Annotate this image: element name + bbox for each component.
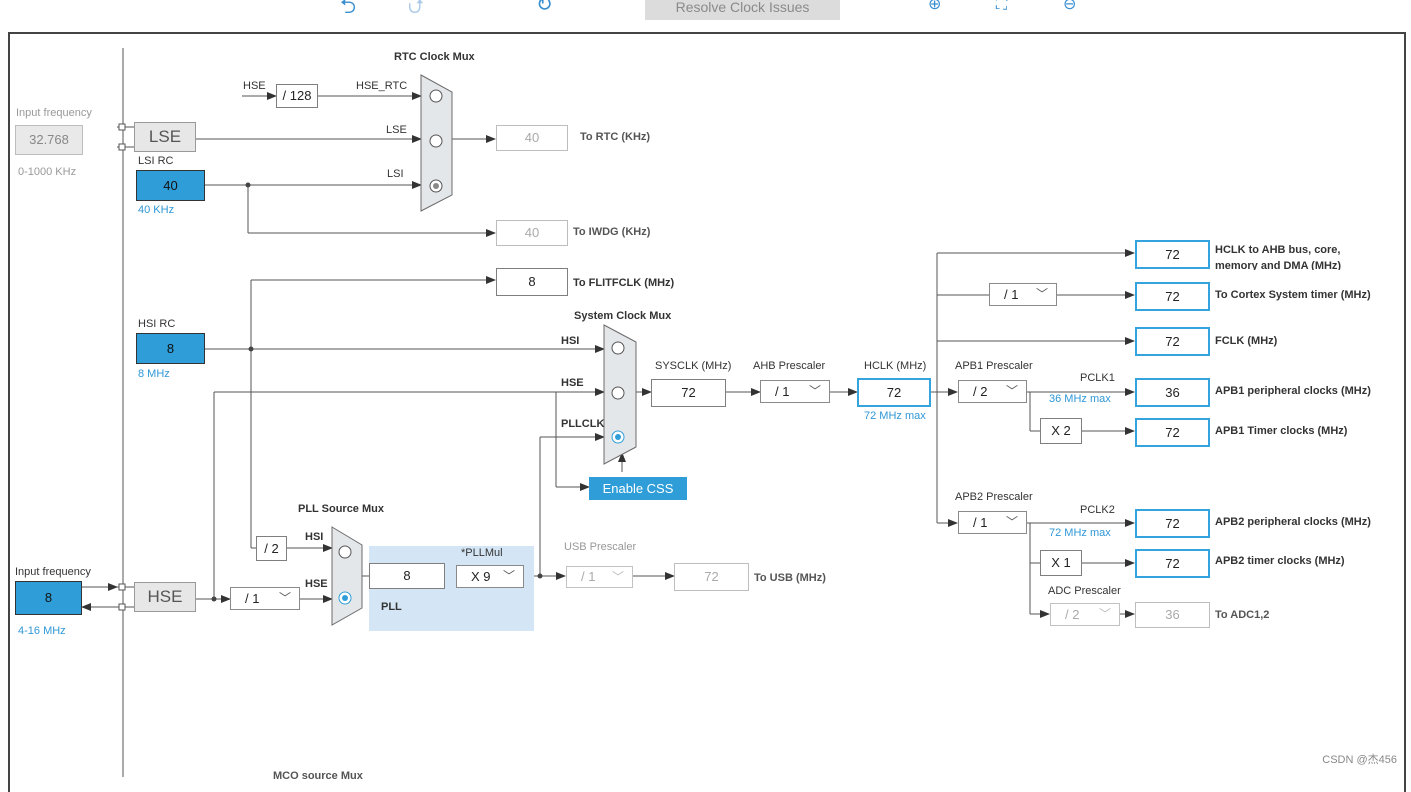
pll-input-value: 8 bbox=[369, 563, 445, 589]
pll-source-mux-title: PLL Source Mux bbox=[298, 503, 384, 515]
usb-output-value: 72 bbox=[674, 563, 749, 591]
apb1-prescaler-label: APB1 Prescaler bbox=[955, 360, 1033, 372]
hse-range-label: 4-16 MHz bbox=[18, 625, 66, 637]
pclk1-label: PCLK1 bbox=[1080, 372, 1115, 384]
hclk-ahb-output-label-line2: memory and DMA (MHz) bbox=[1215, 260, 1342, 270]
pllmul-value: X 9 bbox=[471, 569, 491, 584]
usb-prescaler-label: USB Prescaler bbox=[564, 541, 637, 553]
sysmux-hsi-label: HSI bbox=[561, 335, 580, 347]
apb2-timer-multiplier: X 1 bbox=[1040, 550, 1082, 576]
adc-prescaler-select[interactable]: / 2 ﹀ bbox=[1050, 603, 1120, 626]
iwdg-output-label: To IWDG (KHz) bbox=[573, 226, 651, 238]
apb1-timer-output-value: 72 bbox=[1135, 418, 1210, 447]
sysmux-hse-label: HSE bbox=[561, 377, 584, 389]
lse-oscillator[interactable]: LSE bbox=[134, 122, 196, 152]
pll-src-hsi-label: HSI bbox=[305, 531, 324, 543]
usb-output-label: To USB (MHz) bbox=[754, 572, 826, 584]
sysclk-label: SYSCLK (MHz) bbox=[655, 360, 732, 372]
apb1-peripheral-output-value: 36 bbox=[1135, 378, 1210, 407]
ahb-prescaler-value: / 1 bbox=[775, 384, 790, 399]
pll-hsi-divider: / 2 bbox=[256, 536, 287, 561]
lse-input-frequency-field[interactable]: 32.768 bbox=[15, 125, 83, 155]
hclk-max-label: 72 MHz max bbox=[864, 410, 926, 422]
hse-input-frequency-label: Input frequency bbox=[15, 566, 91, 578]
apb2-prescaler-select[interactable]: / 1 ﹀ bbox=[958, 511, 1027, 534]
hsi-rc-value[interactable]: 8 bbox=[136, 333, 205, 364]
apb2-prescaler-label: APB2 Prescaler bbox=[955, 491, 1033, 503]
chevron-down-icon: ﹀ bbox=[1035, 287, 1048, 301]
cortex-divider-select[interactable]: / 1 ﹀ bbox=[989, 283, 1057, 306]
adc-output-value: 36 bbox=[1135, 602, 1210, 628]
ahb-prescaler-select[interactable]: / 1 ﹀ bbox=[760, 380, 830, 403]
rtc-hse-rtc-label: HSE_RTC bbox=[356, 80, 408, 92]
lse-input-frequency-label: Input frequency bbox=[16, 107, 92, 119]
rtc-hse-input-label: HSE bbox=[243, 80, 266, 92]
pll-label: PLL bbox=[381, 601, 402, 613]
lsi-rc-title: LSI RC bbox=[138, 155, 174, 167]
hclk-value-field[interactable]: 72 bbox=[857, 378, 931, 407]
sysmux-pllclk-label: PLLCLK bbox=[561, 418, 605, 430]
hse-pll-divider-select[interactable]: / 1 ﹀ bbox=[230, 587, 300, 610]
chevron-down-icon: ﹀ bbox=[502, 569, 515, 583]
enable-css-button[interactable]: Enable CSS bbox=[589, 477, 687, 500]
flitfclk-output-label: To FLITFCLK (MHz) bbox=[573, 277, 675, 289]
hclk-label: HCLK (MHz) bbox=[864, 360, 927, 372]
hse-pll-divider-value: / 1 bbox=[245, 591, 260, 606]
cortex-timer-output-label: To Cortex System timer (MHz) bbox=[1215, 289, 1371, 301]
apb1-timer-output-label: APB1 Timer clocks (MHz) bbox=[1215, 425, 1348, 437]
rtc-clock-mux-title: RTC Clock Mux bbox=[394, 51, 475, 63]
usb-prescaler-select[interactable]: / 1 ﹀ bbox=[566, 566, 633, 588]
apb2-prescaler-value: / 1 bbox=[973, 515, 988, 530]
fclk-output-value: 72 bbox=[1135, 327, 1210, 356]
lsi-rc-value[interactable]: 40 bbox=[136, 170, 205, 201]
ahb-prescaler-label: AHB Prescaler bbox=[753, 360, 826, 372]
hclk-ahb-output-label: HCLK to AHB bus, core, bbox=[1215, 244, 1341, 256]
apb1-peripheral-output-label: APB1 peripheral clocks (MHz) bbox=[1215, 385, 1371, 397]
chevron-down-icon: ﹀ bbox=[1005, 515, 1018, 529]
flitfclk-output-value: 8 bbox=[496, 268, 568, 296]
watermark: CSDN @杰456 bbox=[1322, 754, 1397, 766]
hse-oscillator[interactable]: HSE bbox=[134, 582, 196, 612]
lsi-freq-label: 40 KHz bbox=[138, 204, 175, 216]
chevron-down-icon: ﹀ bbox=[1005, 384, 1018, 398]
usb-prescaler-value: / 1 bbox=[581, 569, 596, 584]
hclk-ahb-output-value: 72 bbox=[1135, 240, 1210, 269]
cortex-divider-value: / 1 bbox=[1004, 287, 1019, 302]
iwdg-output-value: 40 bbox=[496, 220, 568, 246]
chevron-down-icon: ﹀ bbox=[808, 384, 821, 398]
pllmul-select[interactable]: X 9 ﹀ bbox=[456, 565, 524, 588]
fclk-output-label: FCLK (MHz) bbox=[1215, 335, 1278, 347]
adc-prescaler-value: / 2 bbox=[1065, 607, 1080, 622]
chevron-down-icon: ﹀ bbox=[1098, 607, 1111, 621]
rtc-lsi-input-label: LSI bbox=[387, 168, 404, 180]
rtc-output-label: To RTC (KHz) bbox=[580, 131, 651, 143]
cortex-timer-output-value: 72 bbox=[1135, 282, 1210, 311]
apb1-timer-multiplier: X 2 bbox=[1040, 418, 1082, 444]
hsi-freq-label: 8 MHz bbox=[138, 368, 170, 380]
apb1-max-label: 36 MHz max bbox=[1049, 393, 1111, 405]
rtc-hse-divider: / 128 bbox=[276, 84, 318, 108]
apb2-peripheral-output-value: 72 bbox=[1135, 509, 1210, 538]
apb2-peripheral-output-label: APB2 peripheral clocks (MHz) bbox=[1215, 516, 1371, 528]
chevron-down-icon: ﹀ bbox=[278, 591, 291, 605]
hse-input-frequency-field[interactable]: 8 bbox=[15, 581, 82, 615]
system-clock-mux-title: System Clock Mux bbox=[574, 310, 672, 322]
apb2-max-label: 72 MHz max bbox=[1049, 527, 1111, 539]
chevron-down-icon: ﹀ bbox=[611, 570, 624, 584]
adc-output-label: To ADC1,2 bbox=[1215, 609, 1270, 621]
lse-range-label: 0-1000 KHz bbox=[18, 166, 77, 178]
mco-source-mux-title: MCO source Mux bbox=[273, 770, 363, 782]
rtc-output-value: 40 bbox=[496, 125, 568, 151]
hsi-rc-title: HSI RC bbox=[138, 318, 176, 330]
apb1-prescaler-select[interactable]: / 2 ﹀ bbox=[958, 380, 1027, 403]
apb1-prescaler-value: / 2 bbox=[973, 384, 988, 399]
apb2-timer-output-value: 72 bbox=[1135, 549, 1210, 578]
pllmul-label: *PLLMul bbox=[461, 547, 503, 559]
pclk2-label: PCLK2 bbox=[1080, 504, 1115, 516]
sysclk-value: 72 bbox=[651, 379, 726, 407]
apb2-timer-output-label: APB2 timer clocks (MHz) bbox=[1215, 555, 1345, 567]
pll-src-hse-label: HSE bbox=[305, 578, 328, 590]
rtc-lse-input-label: LSE bbox=[386, 124, 407, 136]
adc-prescaler-label: ADC Prescaler bbox=[1048, 585, 1121, 597]
